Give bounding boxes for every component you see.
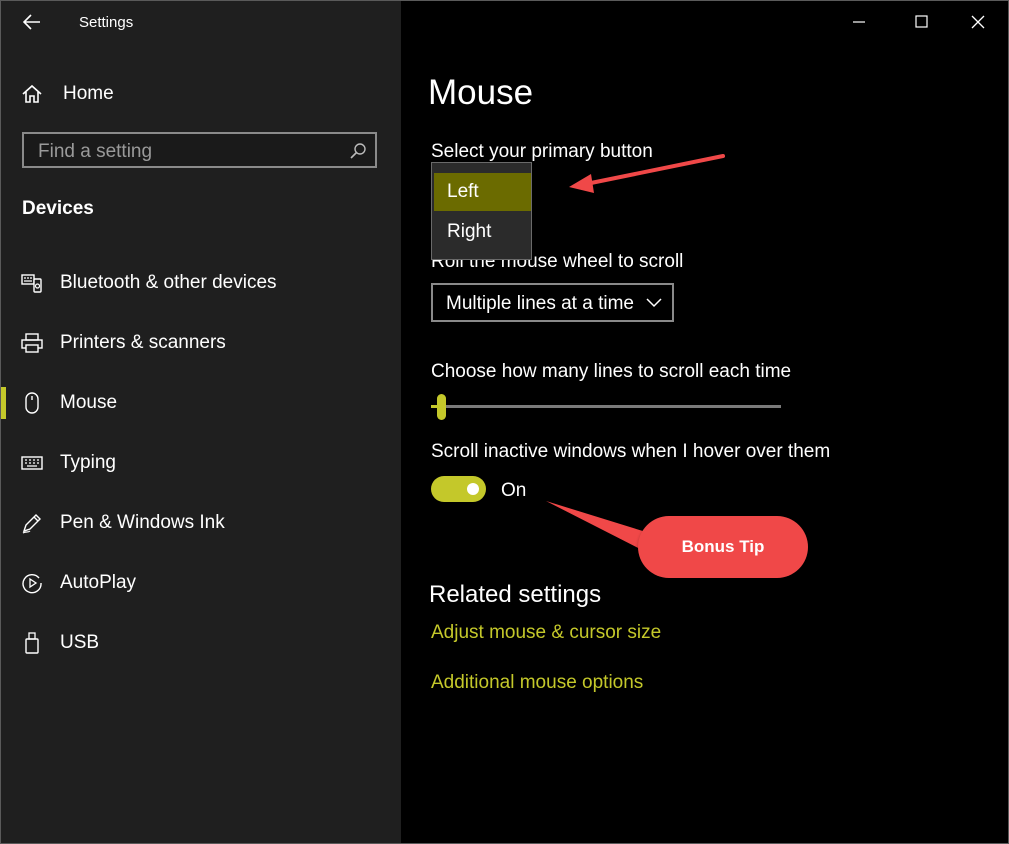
back-arrow-icon [22, 14, 40, 30]
sidebar-item-autoplay[interactable]: AutoPlay [1, 561, 401, 605]
search-placeholder: Find a setting [38, 141, 153, 162]
sidebar-item-pen[interactable]: Pen & Windows Ink [1, 501, 401, 545]
app-title: Settings [79, 14, 134, 31]
sidebar-item-typing[interactable]: Typing [1, 441, 401, 485]
printer-icon [21, 333, 43, 353]
keyboard-icon [21, 456, 43, 470]
section-title: Devices [22, 198, 94, 219]
bluetooth-devices-icon [21, 274, 42, 293]
callout-text: Bonus Tip [681, 537, 765, 556]
main-content: Mouse Select your primary button Roll th… [401, 1, 1008, 843]
home-icon [22, 84, 42, 103]
back-button[interactable] [19, 9, 45, 35]
usb-icon [25, 632, 39, 654]
sidebar-item-label: Pen & Windows Ink [60, 512, 225, 533]
sidebar-item-label: AutoPlay [60, 572, 137, 593]
annotation-arrow [546, 154, 725, 552]
autoplay-icon [22, 574, 42, 594]
search-input[interactable]: Find a setting [22, 132, 377, 168]
search-icon [350, 143, 366, 159]
sidebar-item-printers[interactable]: Printers & scanners [1, 321, 401, 365]
sidebar-item-usb[interactable]: USB [1, 621, 401, 665]
sidebar-item-label: Mouse [60, 392, 118, 413]
selection-indicator [1, 387, 6, 419]
sidebar-home-label: Home [63, 83, 114, 104]
sidebar-item-label: USB [60, 632, 100, 653]
mouse-icon [25, 392, 39, 414]
sidebar-home[interactable]: Home [21, 79, 114, 109]
pen-icon [22, 514, 41, 534]
sidebar-item-label: Printers & scanners [60, 332, 226, 353]
sidebar-item-bluetooth[interactable]: Bluetooth & other devices [1, 261, 401, 305]
sidebar-item-label: Bluetooth & other devices [60, 272, 277, 293]
sidebar-item-mouse[interactable]: Mouse [1, 381, 401, 425]
sidebar: Settings Home Find a setting Devices Blu… [1, 1, 401, 843]
bonus-tip-callout: Bonus Tip [638, 516, 808, 578]
sidebar-item-label: Typing [60, 452, 116, 473]
